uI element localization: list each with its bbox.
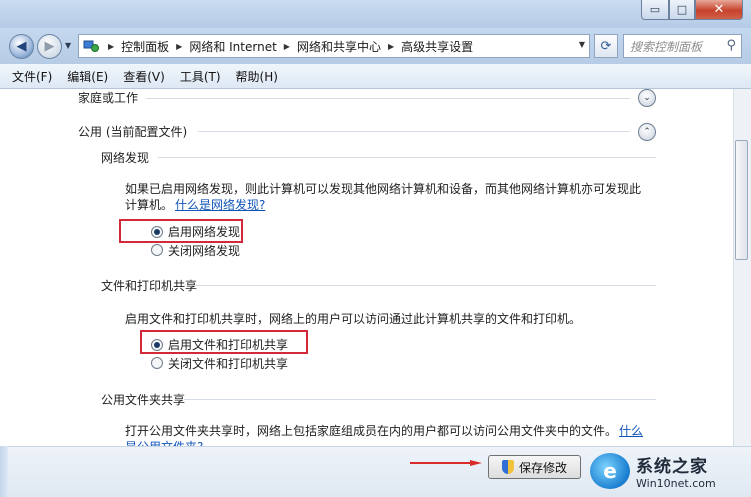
what-is-network-discovery-link[interactable]: 什么是网络发现?	[175, 196, 265, 213]
breadcrumb-separator-icon[interactable]: ▶	[108, 42, 114, 51]
navigation-bar: ◀ ▶ ▼ ▶ 控制面板 ▶ 网络和 Internet ▶ 网络和共享中心 ▶ …	[0, 28, 751, 64]
menu-tools[interactable]: 工具(T)	[180, 68, 221, 85]
profile-home-work-title[interactable]: 家庭或工作	[78, 89, 138, 106]
divider	[158, 157, 656, 158]
red-arrow-icon	[410, 460, 482, 466]
save-changes-button[interactable]: 保存修改	[488, 455, 581, 479]
settings-content: 家庭或工作 ⌄ 公用 (当前配置文件) ⌃ 网络发现 如果已启用网络发现，则此计…	[0, 89, 733, 446]
back-button[interactable]: ◀	[9, 34, 34, 59]
forward-arrow-icon: ▶	[44, 39, 55, 54]
search-icon[interactable]: ⚲	[726, 38, 736, 53]
menu-bar: 文件(F) 编辑(E) 查看(V) 工具(T) 帮助(H)	[0, 64, 751, 89]
what-is-public-folder-link[interactable]: 什么	[619, 422, 643, 439]
divider	[194, 285, 656, 286]
save-changes-label: 保存修改	[518, 460, 567, 475]
enable-network-discovery-radio[interactable]	[151, 226, 163, 238]
enable-file-printer-sharing-radio[interactable]	[151, 339, 163, 351]
network-discovery-title: 网络发现	[101, 151, 150, 165]
expand-chevron-down-icon[interactable]: ⌄	[638, 89, 656, 107]
what-is-public-folder-link-line2[interactable]: 是公用文件夹?	[125, 438, 203, 446]
collapse-chevron-up-icon[interactable]: ⌃	[638, 123, 656, 141]
breadcrumb-separator-icon[interactable]: ▶	[176, 42, 182, 51]
menu-view[interactable]: 查看(V)	[123, 68, 165, 85]
disable-network-discovery-label[interactable]: 关闭网络发现	[168, 242, 240, 259]
breadcrumb-separator-icon[interactable]: ▶	[388, 42, 394, 51]
minimize-button[interactable]: ▭	[641, 0, 669, 20]
refresh-button[interactable]: ⟳	[594, 34, 618, 58]
breadcrumb-network-sharing-center[interactable]: 网络和共享中心	[297, 38, 381, 55]
recent-pages-dropdown-icon[interactable]: ▼	[65, 41, 71, 50]
watermark-logo-icon: e	[590, 453, 630, 489]
watermark: e 系统之家 Win10net.com	[590, 448, 748, 494]
file-printer-sharing-description: 启用文件和打印机共享时，网络上的用户可以访问通过此计算机共享的文件和打印机。	[125, 312, 582, 326]
public-folder-sharing-title: 公用文件夹共享	[101, 393, 186, 407]
divider	[146, 98, 630, 99]
profile-public-title[interactable]: 公用 (当前配置文件)	[78, 123, 187, 140]
divider	[198, 131, 630, 132]
search-box[interactable]: 搜索控制面板 ⚲	[623, 34, 742, 58]
scrollbar-thumb[interactable]	[735, 140, 748, 260]
watermark-url: Win10net.com	[636, 477, 716, 490]
menu-help[interactable]: 帮助(H)	[236, 68, 278, 85]
disable-file-printer-sharing-label[interactable]: 关闭文件和打印机共享	[168, 355, 288, 372]
disable-network-discovery-radio[interactable]	[151, 244, 163, 256]
maximize-button[interactable]: □	[669, 0, 695, 20]
divider	[184, 399, 656, 400]
title-bar: ▭ □ ✕	[0, 0, 751, 28]
public-folder-sharing-description: 打开公用文件夹共享时，网络上包括家庭组成员在内的用户都可以访问公用文件夹中的文件…	[125, 424, 618, 438]
breadcrumb-advanced-sharing[interactable]: 高级共享设置	[401, 38, 473, 55]
menu-file[interactable]: 文件(F)	[12, 68, 52, 85]
breadcrumb-network-internet[interactable]: 网络和 Internet	[189, 38, 276, 55]
network-folder-icon	[83, 38, 101, 54]
uac-shield-icon	[501, 460, 514, 474]
close-icon: ✕	[713, 2, 725, 17]
address-bar[interactable]: ▶ 控制面板 ▶ 网络和 Internet ▶ 网络和共享中心 ▶ 高级共享设置…	[78, 34, 590, 58]
breadcrumb-separator-icon[interactable]: ▶	[284, 42, 290, 51]
enable-network-discovery-label[interactable]: 启用网络发现	[168, 223, 240, 240]
breadcrumb-control-panel[interactable]: 控制面板	[121, 38, 169, 55]
enable-file-printer-sharing-label[interactable]: 启用文件和打印机共享	[168, 336, 288, 353]
network-discovery-description-line2: 计算机。	[125, 198, 174, 212]
disable-file-printer-sharing-radio[interactable]	[151, 357, 163, 369]
close-button[interactable]: ✕	[695, 0, 743, 20]
back-arrow-icon: ◀	[16, 39, 27, 54]
refresh-icon: ⟳	[600, 38, 612, 54]
address-dropdown-icon[interactable]: ▼	[579, 40, 585, 49]
search-input[interactable]: 搜索控制面板	[630, 38, 702, 55]
maximize-icon: □	[676, 3, 688, 16]
file-printer-sharing-title: 文件和打印机共享	[101, 279, 198, 293]
menu-edit[interactable]: 编辑(E)	[67, 68, 108, 85]
network-discovery-description: 如果已启用网络发现，则此计算机可以发现其他网络计算机和设备，而其他网络计算机亦可…	[125, 182, 642, 196]
minimize-icon: ▭	[649, 3, 661, 16]
forward-button[interactable]: ▶	[37, 34, 62, 59]
watermark-title: 系统之家	[636, 457, 708, 477]
